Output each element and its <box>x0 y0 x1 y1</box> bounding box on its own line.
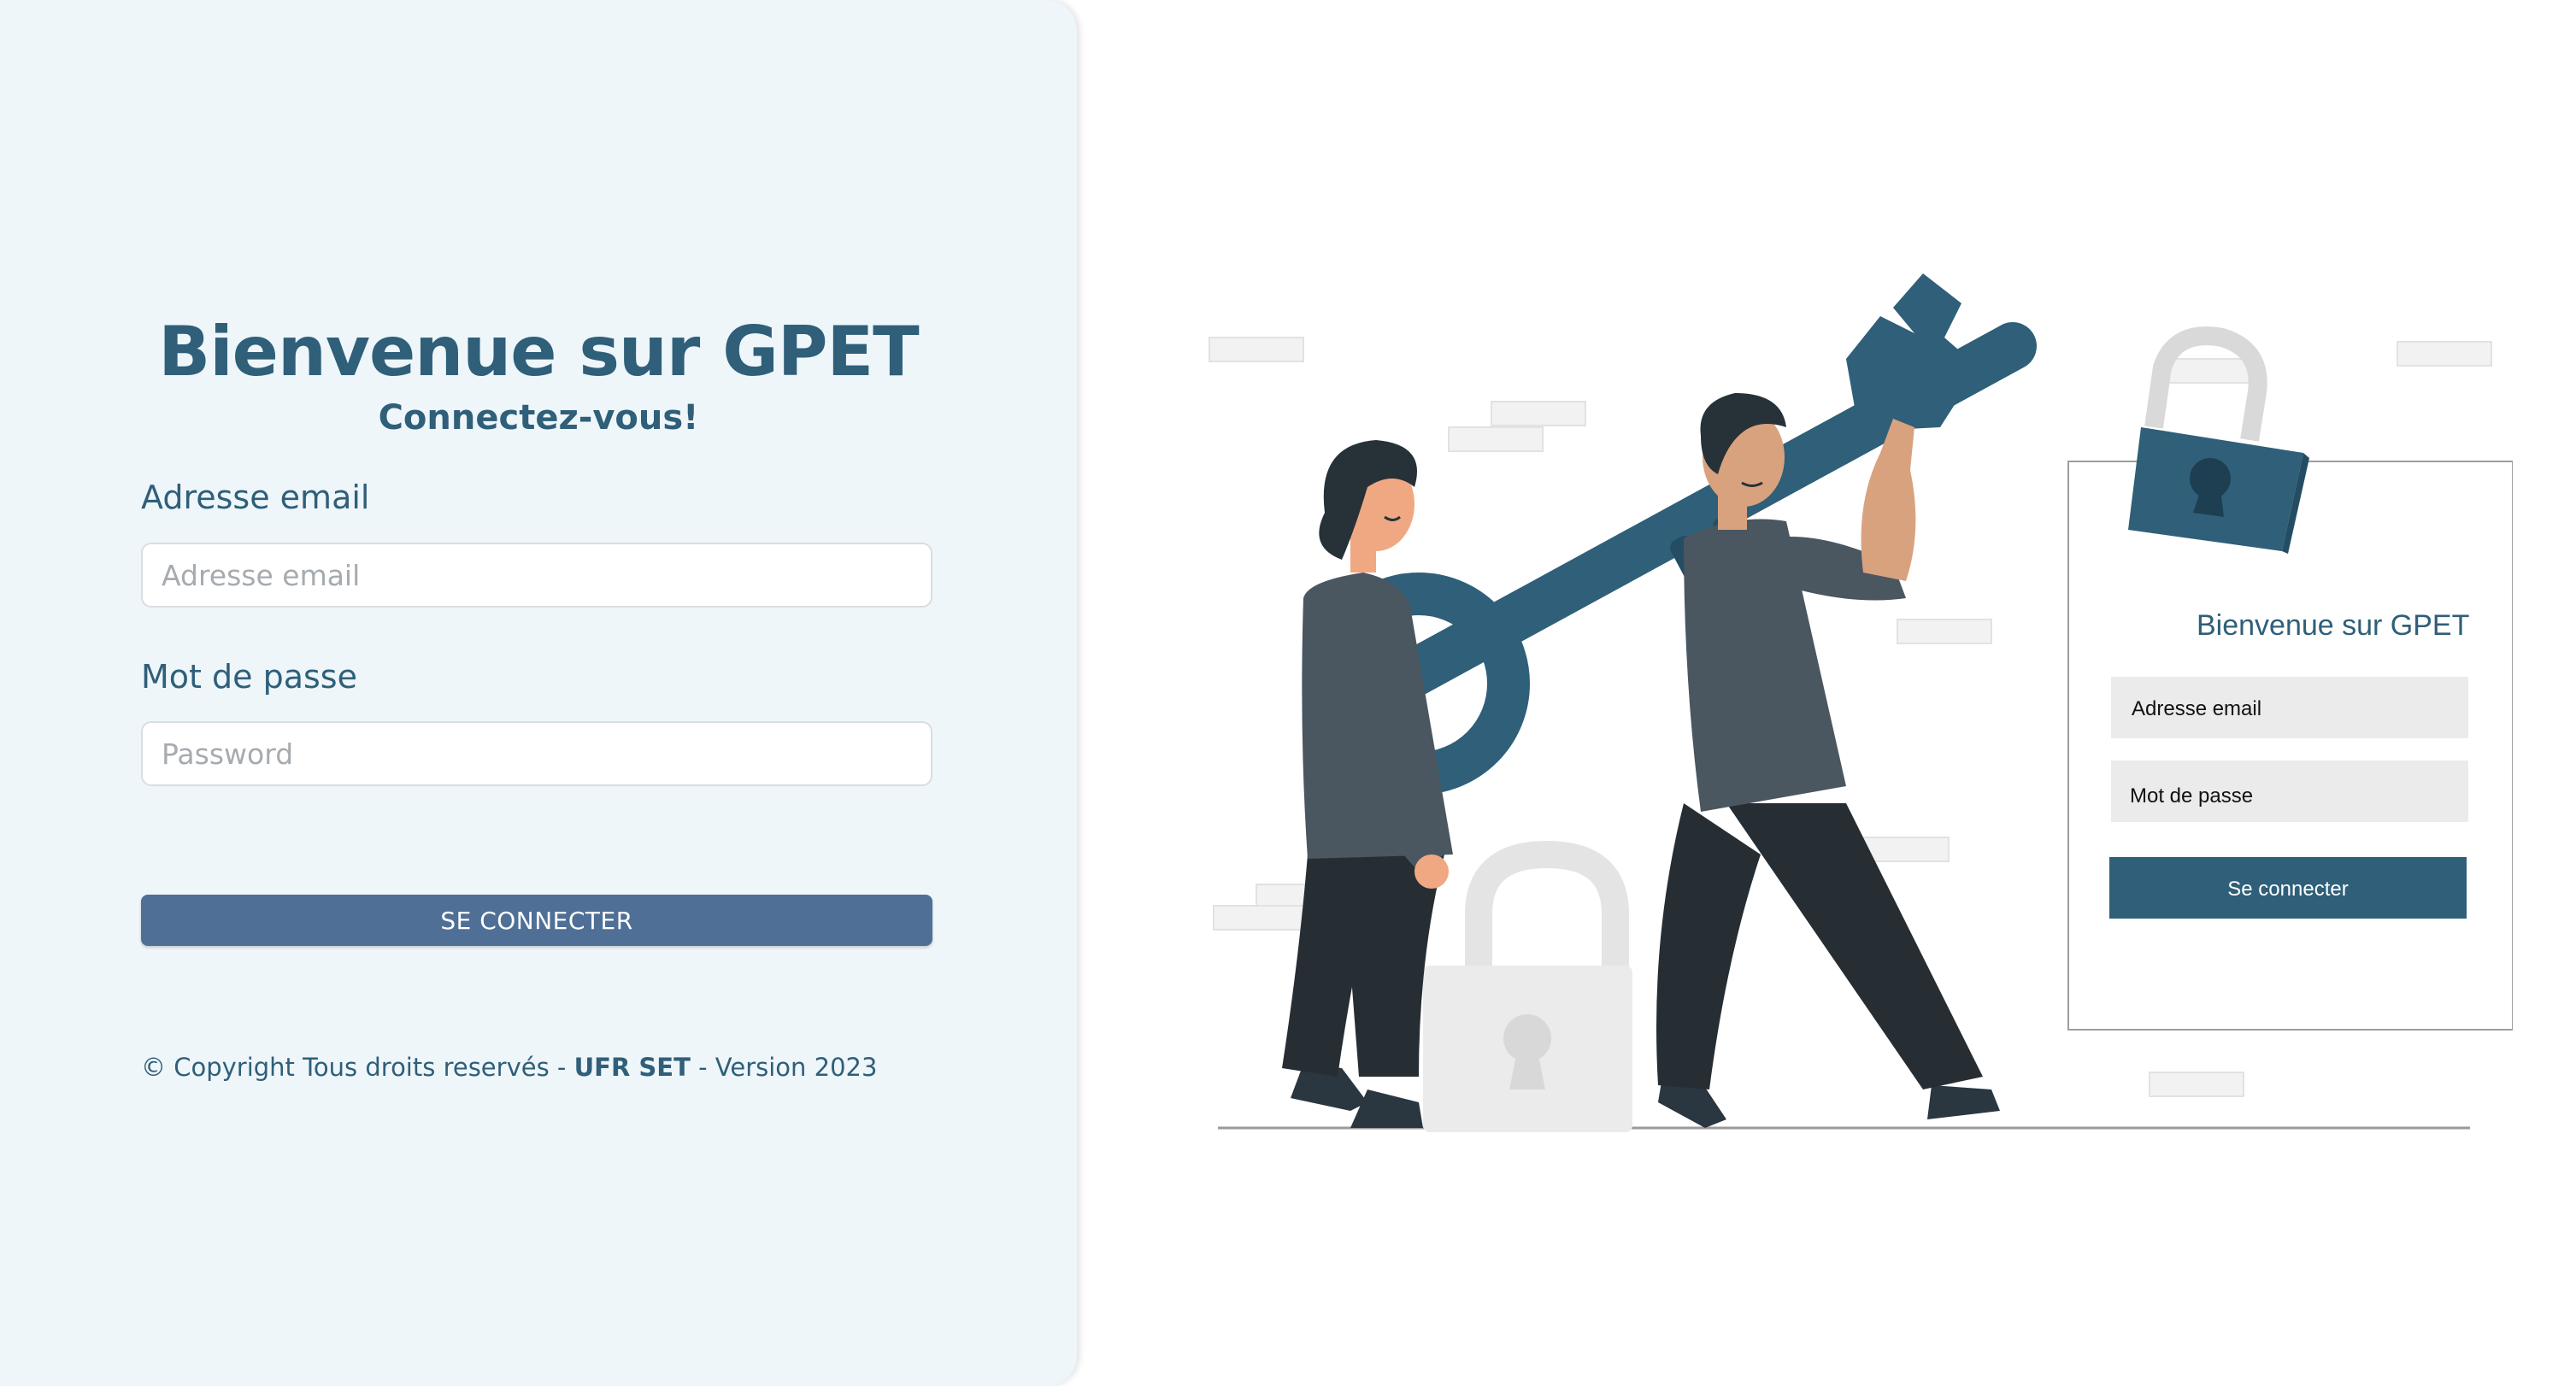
copyright-suffix: - Version 2023 <box>690 1053 878 1082</box>
password-label: Mot de passe <box>141 658 357 696</box>
mock-email-field: Adresse email <box>2132 697 2261 720</box>
mock-password-field: Mot de passe <box>2130 784 2253 808</box>
email-input[interactable] <box>141 543 932 608</box>
mock-login-button: Se connecter <box>2227 878 2348 901</box>
login-panel: Bienvenue sur GPET Connectez-vous! Adres… <box>0 0 1077 1386</box>
password-input[interactable] <box>141 721 932 786</box>
login-illustration: Bienvenue sur GPET Adresse email Mot de … <box>1209 273 2513 1132</box>
page-subtitle: Connectez-vous! <box>378 398 699 438</box>
page-title: Bienvenue sur GPET <box>158 312 919 391</box>
grey-padlock-icon <box>1423 840 1632 1132</box>
copyright-org: UFR SET <box>573 1053 691 1082</box>
copyright-prefix: © Copyright Tous droits reservés - <box>141 1053 574 1082</box>
login-button[interactable]: SE CONNECTER <box>141 895 932 946</box>
mock-card-title: Bienvenue sur GPET <box>2197 609 2469 642</box>
copyright-footer: © Copyright Tous droits reservés - UFR S… <box>141 1053 877 1082</box>
mock-login-card: Bienvenue sur GPET Adresse email Mot de … <box>2067 461 2513 1031</box>
email-label: Adresse email <box>141 479 370 516</box>
